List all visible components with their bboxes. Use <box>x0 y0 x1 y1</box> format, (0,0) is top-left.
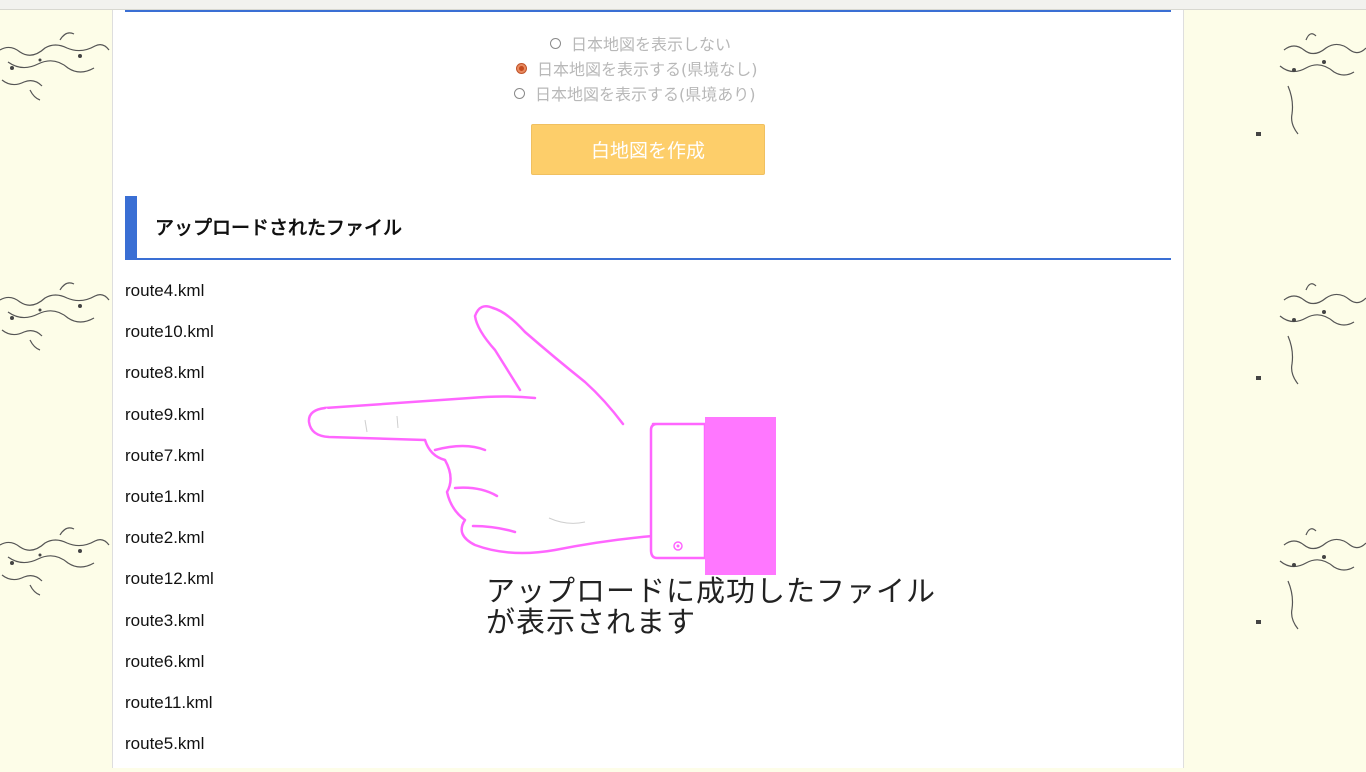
section-divider <box>125 10 1171 12</box>
tutorial-caption: アップロードに成功したファイル が表示されます <box>486 576 936 638</box>
list-item[interactable]: route6.kml <box>125 649 214 690</box>
right-background-pattern <box>1184 10 1366 768</box>
list-item[interactable]: route10.kml <box>125 319 214 360</box>
japan-map-pattern-icon <box>1256 33 1366 630</box>
radio-no-map[interactable]: 日本地図を表示しない <box>550 32 731 54</box>
radio-map-with-borders[interactable]: 日本地図を表示する(県境あり) <box>514 82 756 104</box>
list-item[interactable]: route2.kml <box>125 525 214 566</box>
list-item[interactable]: route9.kml <box>125 402 214 443</box>
radio-button-selected[interactable] <box>516 62 527 74</box>
radio-button[interactable] <box>514 87 525 99</box>
radio-label: 日本地図を表示しない <box>571 35 732 54</box>
section-accent-bar <box>125 196 137 258</box>
list-item[interactable]: route4.kml <box>125 278 214 319</box>
list-item[interactable]: route11.kml <box>125 690 214 731</box>
uploaded-file-list: route4.kml route10.kml route8.kml route9… <box>125 278 214 772</box>
radio-label: 日本地図を表示する(県境なし) <box>537 60 758 79</box>
list-item[interactable]: route3.kml <box>125 608 214 649</box>
pointing-hand-icon <box>307 305 776 575</box>
radio-label: 日本地図を表示する(県境あり) <box>535 85 756 104</box>
list-item[interactable]: route8.kml <box>125 360 214 401</box>
list-item[interactable]: route5.kml <box>125 731 214 772</box>
list-item[interactable]: route1.kml <box>125 484 214 525</box>
list-item[interactable]: route12.kml <box>125 566 214 607</box>
list-item[interactable]: route7.kml <box>125 443 214 484</box>
caption-line-2: が表示されます <box>486 605 697 639</box>
caption-line-1: アップロードに成功したファイル <box>486 574 937 608</box>
sleeve <box>705 417 776 575</box>
uploaded-files-heading: アップロードされたファイル <box>155 217 403 239</box>
browser-top-edge <box>0 0 1366 10</box>
japan-map-pattern-icon <box>0 32 110 596</box>
section-underline <box>125 258 1171 260</box>
radio-button[interactable] <box>550 37 561 49</box>
create-blank-map-button[interactable]: 白地図を作成 <box>531 124 765 175</box>
left-background-pattern <box>0 10 112 768</box>
radio-map-no-borders[interactable]: 日本地図を表示する(県境なし) <box>516 57 758 79</box>
